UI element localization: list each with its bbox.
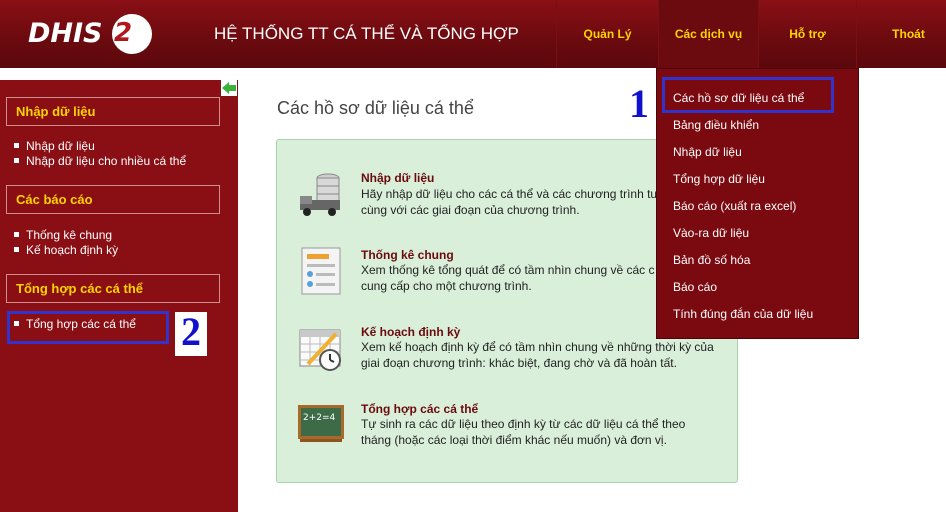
sidebar-link-schedule[interactable]: Kế hoạch định kỳ [14,243,118,257]
sidebar-link-statistics[interactable]: Thống kê chung [14,228,112,242]
feature-title-aggregation[interactable]: Tổng hợp các cá thể [361,402,478,416]
sidebar-heading-aggregation: Tổng hợp các cá thể [6,274,220,303]
feature-desc-aggregation-2: tháng (hoặc các loại thời điểm khác nếu … [361,433,667,447]
sidebar-link-multiple-entry[interactable]: Nhập dữ liệu cho nhiều cá thể [14,154,186,168]
app-title: HỆ THỐNG TT CÁ THỂ VÀ TỔNG HỢP [214,24,519,43]
nav-help[interactable]: Hỗ trợ [758,0,856,68]
feature-desc-schedule-2: giai đoạn chương trình: khác biệt, đang … [361,356,677,370]
highlight-box-1 [662,77,834,113]
menu-item-reports[interactable]: Báo cáo [673,280,717,294]
page-title: Các hồ sơ dữ liệu cá thể [277,98,474,118]
logo-badge: 2 [112,14,152,54]
nav-maintenance[interactable]: Quản Lý [556,0,658,68]
sidebar-heading-reports: Các báo cáo [6,185,220,214]
nav-logout[interactable]: Thoát [856,0,946,68]
menu-item-import-export[interactable]: Vào-ra dữ liệu [673,226,749,240]
chalkboard-icon[interactable]: 2+2=4 [296,401,346,451]
feature-title-statistics[interactable]: Thống kê chung [361,248,454,262]
database-truck-icon[interactable] [296,170,346,220]
logo-number: 2 [114,18,133,48]
annotation-number-1: 1 [624,84,654,124]
top-header: DHIS 2 HỆ THỐNG TT CÁ THỂ VÀ TỔNG HỢP Qu… [0,0,946,68]
feature-desc-schedule-1: Xem kế hoạch định kỳ để có tầm nhìn chun… [361,340,714,354]
report-form-icon[interactable] [296,246,346,296]
collapse-sidebar-icon[interactable] [221,80,237,96]
chalkboard-text: 2+2=4 [303,413,336,423]
feature-title-schedule[interactable]: Kế hoạch định kỳ [361,325,460,339]
menu-item-gis[interactable]: Bản đồ số hóa [673,253,750,267]
menu-item-data-quality[interactable]: Tính đúng đắn của dữ liệu [673,307,813,321]
sidebar-heading-data-entry: Nhập dữ liệu [6,97,220,126]
annotation-number-2: 2 [175,312,207,356]
nav-services[interactable]: Các dịch vụ [658,0,758,68]
menu-item-data-aggregation[interactable]: Tổng hợp dữ liệu [673,172,765,186]
dhis2-logo[interactable]: DHIS 2 [28,14,152,54]
menu-item-data-entry[interactable]: Nhập dữ liệu [673,145,742,159]
menu-item-excel-report[interactable]: Báo cáo (xuất ra excel) [673,199,796,213]
logo-wordmark: DHIS [28,18,103,49]
calendar-clock-icon[interactable] [296,324,346,374]
feature-title-data-entry[interactable]: Nhập dữ liệu [361,171,434,185]
sidebar-link-data-entry[interactable]: Nhập dữ liệu [14,139,95,153]
feature-desc-aggregation-1: Tự sinh ra các dữ liệu theo định kỳ từ c… [361,417,686,431]
menu-item-dashboard[interactable]: Bảng điều khiển [673,118,759,132]
highlight-box-2 [7,311,169,344]
